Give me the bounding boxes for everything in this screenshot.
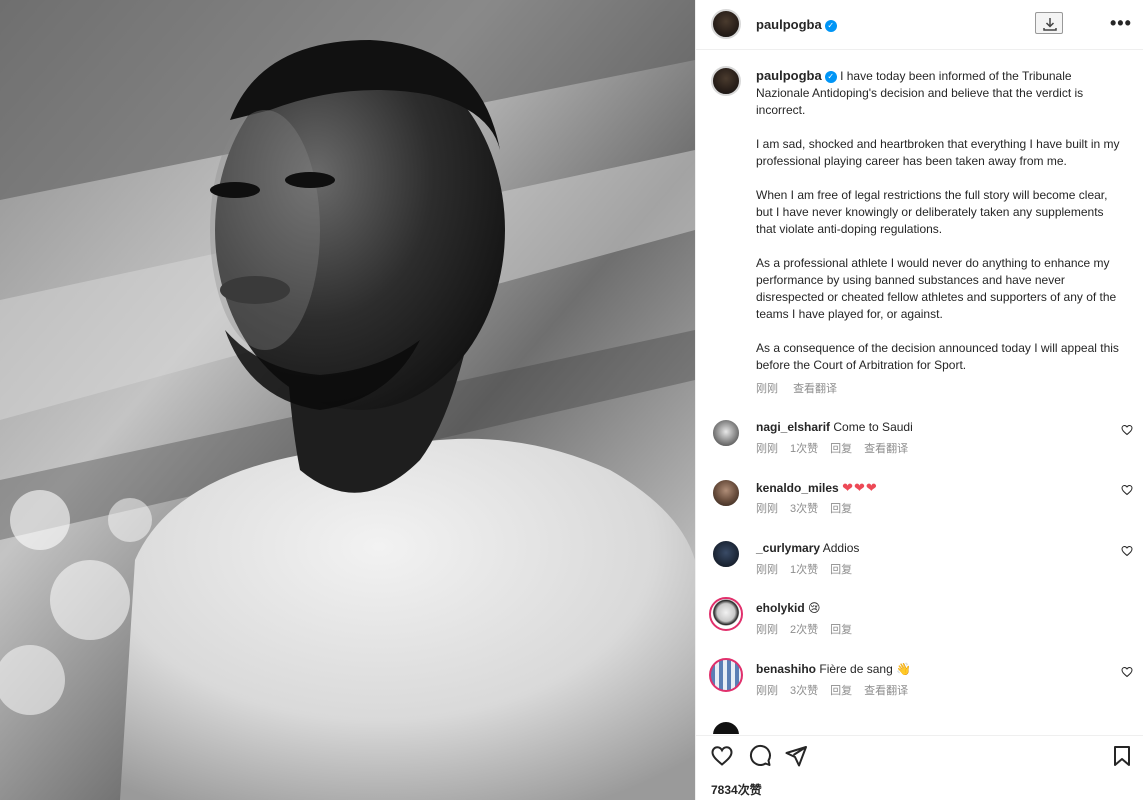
comment-time[interactable]: 刚刚 (756, 564, 778, 576)
caption-username[interactable]: paulpogba (756, 68, 822, 83)
comment-meta: 刚刚 2次赞 回复 (756, 621, 864, 637)
reply-button[interactable]: 回复 (830, 624, 852, 636)
commenter-username[interactable]: _curlymary (756, 541, 820, 555)
reply-button[interactable]: 回复 (830, 443, 852, 455)
comment-time[interactable]: 刚刚 (756, 685, 778, 697)
comment-meta: 刚刚 3次赞 回复 (756, 500, 864, 516)
comment-text: benashiho Fière de sang 👋 (756, 662, 911, 676)
comment-text: kenaldo_miles ❤❤❤ (756, 480, 878, 496)
comment-likes[interactable]: 3次赞 (790, 685, 818, 697)
download-icon (1043, 18, 1057, 31)
download-button[interactable] (1035, 12, 1063, 34)
post-photo[interactable] (0, 0, 695, 800)
comment-meta: 刚刚 1次赞 回复 (756, 561, 864, 577)
comment-text: eholykid 😢 (756, 601, 821, 615)
comment-time[interactable]: 刚刚 (756, 503, 778, 515)
comment-like-icon[interactable] (1121, 666, 1133, 678)
comment-body: Come to Saudi (833, 420, 913, 434)
comment-time[interactable]: 刚刚 (756, 443, 778, 455)
commenter-avatar[interactable] (711, 478, 741, 508)
author-username[interactable]: paulpogba (756, 17, 822, 32)
action-bar: 7834次赞 (696, 735, 1143, 800)
caption-time[interactable]: 刚刚 (756, 383, 778, 395)
verified-badge-icon: ✓ (824, 20, 837, 32)
commenter-avatar[interactable] (711, 418, 741, 448)
comment-item: nagi_elsharif Come to Saudi 刚刚 1次赞 回复 查看翻译 (696, 418, 1143, 474)
comment-body: Addios (822, 541, 860, 555)
comment-item: eholykid 😢 刚刚 2次赞 回复 (696, 597, 1143, 655)
comment-body: 😢 (808, 601, 821, 615)
comment-like-icon[interactable] (1121, 484, 1133, 496)
comment-item: _curlymary Addios 刚刚 1次赞 回复 (696, 539, 1143, 595)
heart-icon[interactable] (710, 744, 734, 768)
comment-likes[interactable]: 1次赞 (790, 564, 818, 576)
comment-item: benashiho Fière de sang 👋 刚刚 3次赞 回复 查看翻译 (696, 658, 1143, 716)
translate-link[interactable]: 查看翻译 (864, 685, 908, 697)
comment-like-icon[interactable] (1121, 424, 1133, 436)
comment-icon[interactable] (748, 744, 772, 768)
commenter-avatar[interactable] (711, 539, 741, 569)
translate-link[interactable]: 查看翻译 (864, 443, 908, 455)
verified-badge-icon: ✓ (824, 71, 837, 83)
caption-translate-link[interactable]: 查看翻译 (793, 383, 837, 395)
caption-paragraph: As a consequence of the decision announc… (756, 341, 1119, 372)
comment-body: ❤❤❤ (842, 480, 878, 495)
comment-text: _curlymary Addios (756, 541, 859, 555)
comment-likes[interactable]: 1次赞 (790, 443, 818, 455)
author-username-wrap: paulpogba ✓ (756, 17, 837, 32)
bookmark-icon[interactable] (1110, 744, 1134, 768)
commenter-username[interactable]: kenaldo_miles (756, 481, 839, 495)
reply-button[interactable]: 回复 (830, 503, 852, 515)
author-avatar[interactable] (711, 9, 741, 39)
caption-paragraph: paulpogba ✓ I have today been informed of… (756, 67, 1121, 119)
post-detail-panel: paulpogba ✓ ••• paulpogba ✓ I have today b… (695, 0, 1143, 800)
caption-paragraph: I am sad, shocked and heartbroken that e… (756, 137, 1120, 168)
commenter-username[interactable]: nagi_elsharif (756, 420, 830, 434)
comment-likes[interactable]: 3次赞 (790, 503, 818, 515)
caption-meta: 刚刚 查看翻译 (756, 380, 849, 396)
reply-button[interactable]: 回复 (830, 564, 852, 576)
reply-button[interactable]: 回复 (830, 685, 852, 697)
post-header: paulpogba ✓ ••• (696, 0, 1143, 50)
commenter-username[interactable]: benashiho (756, 662, 816, 676)
caption-author-avatar[interactable] (711, 66, 741, 96)
portrait-image (0, 0, 695, 800)
commenter-avatar[interactable] (709, 597, 743, 631)
comment-body: Fière de sang 👋 (819, 662, 912, 676)
send-icon[interactable] (784, 744, 808, 768)
comment-likes[interactable]: 2次赞 (790, 624, 818, 636)
partial-comment-avatar (711, 720, 741, 734)
comment-like-icon[interactable] (1121, 545, 1133, 557)
caption-paragraph: When I am free of legal restrictions the… (756, 188, 1108, 236)
commenter-username[interactable]: eholykid (756, 601, 805, 615)
comment-text: nagi_elsharif Come to Saudi (756, 420, 913, 434)
likes-count[interactable]: 7834次赞 (711, 781, 762, 798)
caption-body: paulpogba ✓ I have today been informed of… (756, 67, 1121, 374)
commenter-avatar[interactable] (709, 658, 743, 692)
more-options-button[interactable]: ••• (1110, 13, 1132, 33)
caption-paragraph: As a professional athlete I would never … (756, 256, 1117, 321)
comment-meta: 刚刚 3次赞 回复 查看翻译 (756, 682, 920, 698)
comment-item: kenaldo_miles ❤❤❤ 刚刚 3次赞 回复 (696, 478, 1143, 534)
comment-meta: 刚刚 1次赞 回复 查看翻译 (756, 440, 920, 456)
comment-time[interactable]: 刚刚 (756, 624, 778, 636)
